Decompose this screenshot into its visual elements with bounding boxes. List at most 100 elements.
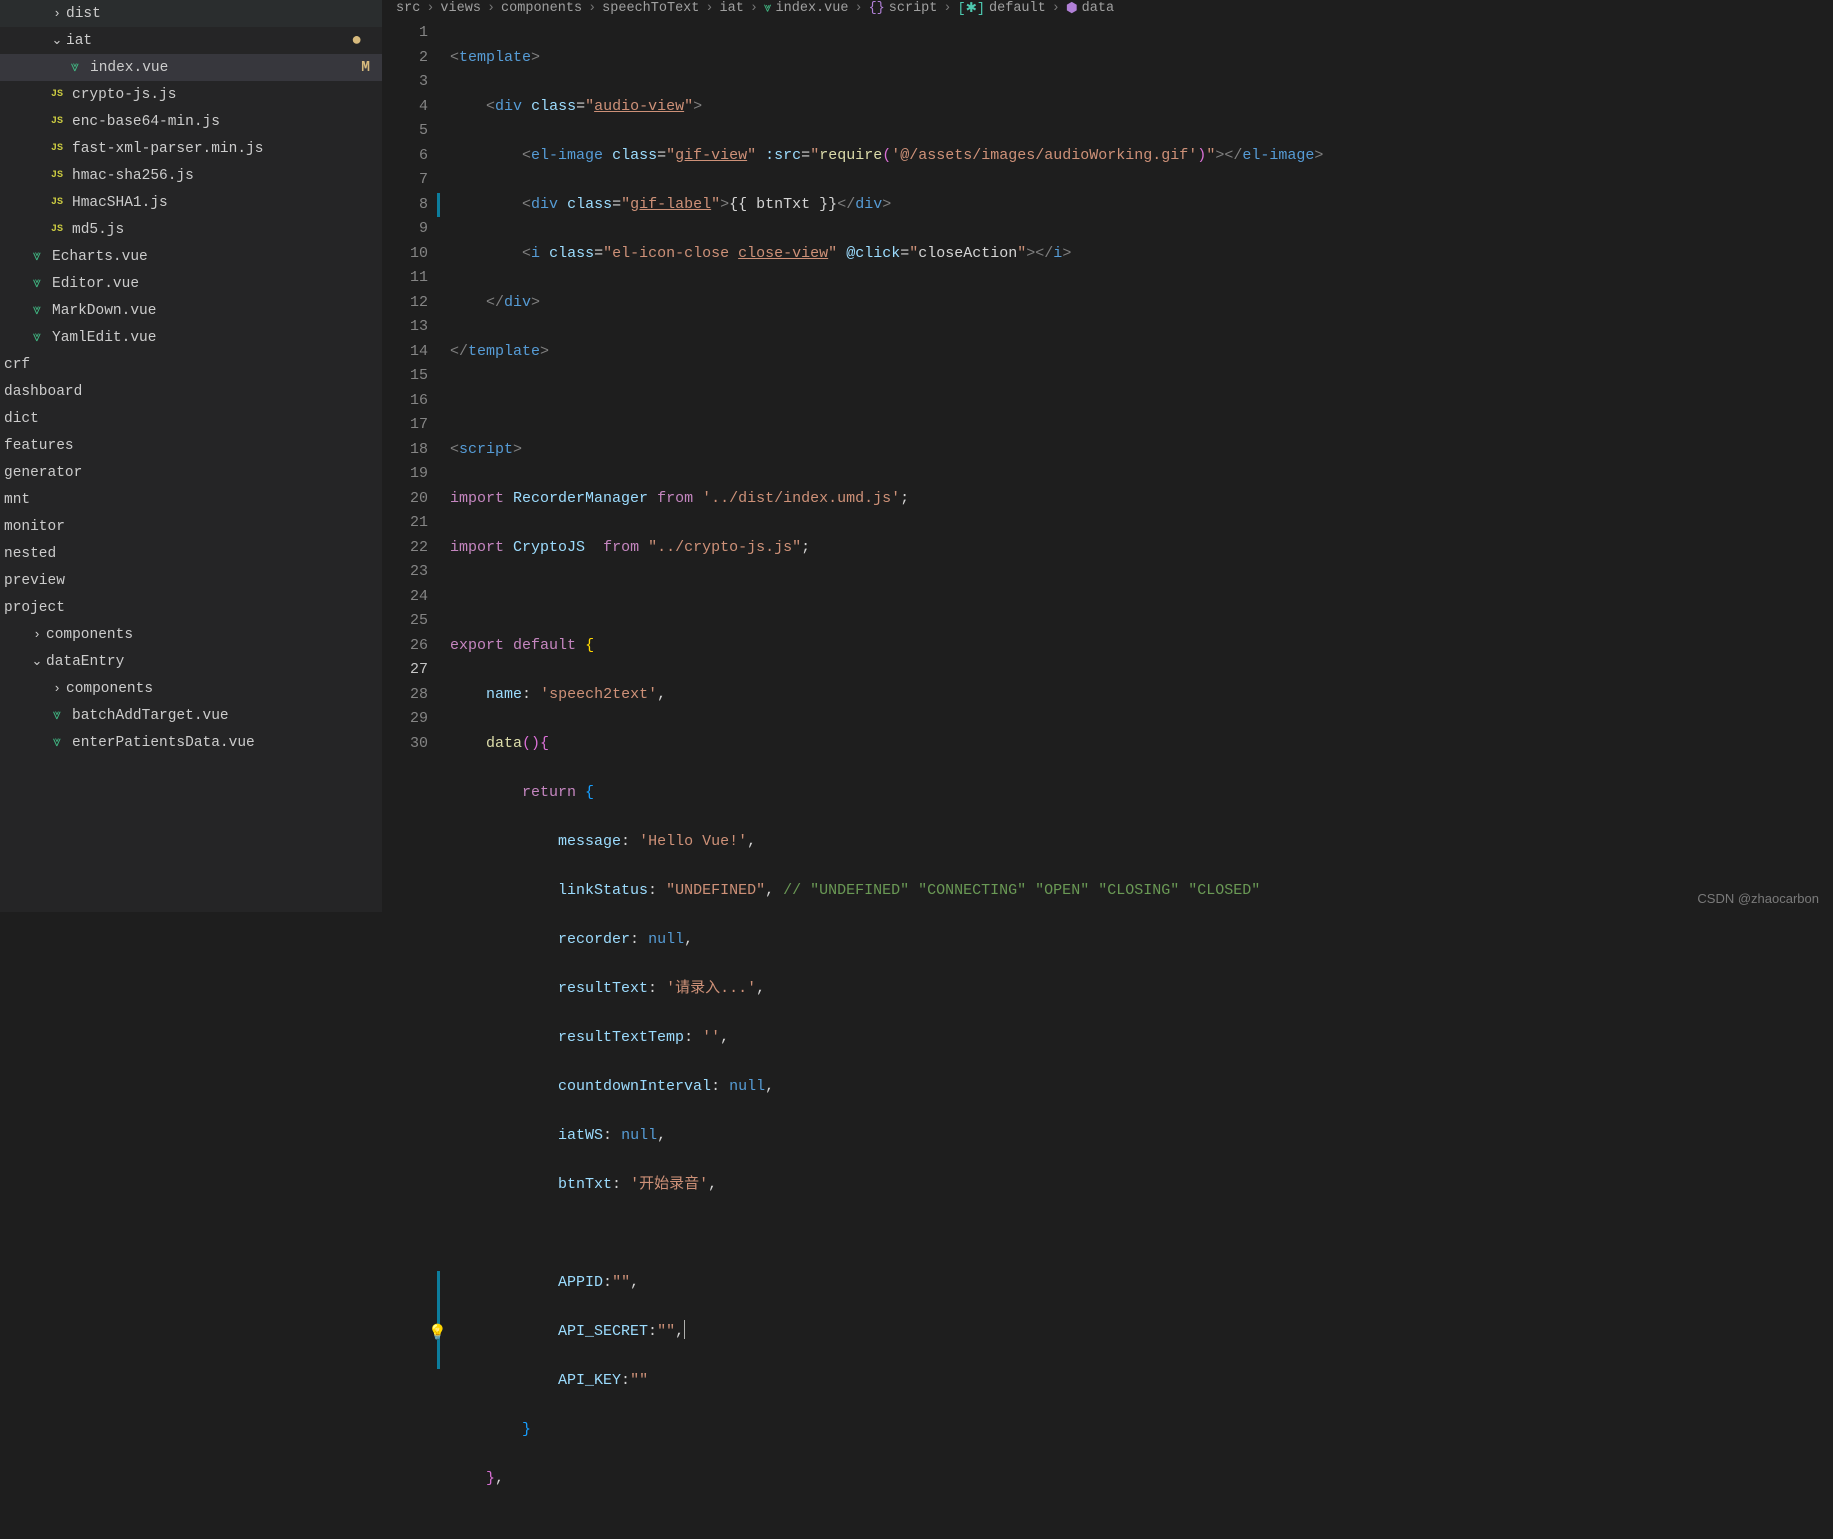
- breadcrumb-data[interactable]: ⬢ data: [1066, 0, 1114, 17]
- js-file-icon: JS: [48, 140, 66, 158]
- text-cursor: [684, 1320, 685, 1339]
- line-number[interactable]: 17: [382, 413, 428, 438]
- lightbulb-icon[interactable]: 💡: [428, 1322, 447, 1347]
- line-number[interactable]: 26: [382, 634, 428, 659]
- line-number[interactable]: 8: [382, 193, 428, 218]
- tree-item-dist[interactable]: ›dist: [0, 0, 382, 27]
- tree-item-label: monitor: [4, 519, 65, 535]
- line-number[interactable]: 2: [382, 46, 428, 71]
- line-number[interactable]: 13: [382, 315, 428, 340]
- tree-item-label: Echarts.vue: [52, 249, 148, 265]
- line-number[interactable]: 25: [382, 609, 428, 634]
- vue-file-icon: ⩔: [48, 707, 66, 725]
- tree-item-monitor[interactable]: monitor: [0, 513, 382, 540]
- tree-item-batchaddtarget-vue[interactable]: ⩔batchAddTarget.vue: [0, 702, 382, 729]
- chevron-down-icon: ⌄: [48, 33, 66, 48]
- line-number[interactable]: 22: [382, 536, 428, 561]
- tree-item-enterpatientsdata-vue[interactable]: ⩔enterPatientsData.vue: [0, 729, 382, 756]
- tree-item-markdown-vue[interactable]: ⩔MarkDown.vue: [0, 297, 382, 324]
- tree-item-dict[interactable]: dict: [0, 405, 382, 432]
- tree-item-label: Editor.vue: [52, 276, 139, 292]
- line-number[interactable]: 10: [382, 242, 428, 267]
- chevron-right-icon: ›: [750, 1, 758, 16]
- vue-icon: ⩔: [764, 1, 772, 17]
- tree-item-components[interactable]: ›components: [0, 621, 382, 648]
- tree-item-index-vue[interactable]: ⩔index.vueM: [0, 54, 382, 81]
- breadcrumb-views[interactable]: views: [440, 1, 481, 16]
- line-number[interactable]: 24: [382, 585, 428, 610]
- tree-item-preview[interactable]: preview: [0, 567, 382, 594]
- tree-item-iat[interactable]: ⌄iat●: [0, 27, 382, 54]
- breadcrumb-script[interactable]: {} script: [869, 1, 938, 16]
- vue-file-icon: ⩔: [28, 329, 46, 347]
- tree-item-components[interactable]: ›components: [0, 675, 382, 702]
- tree-item-label: dataEntry: [46, 654, 124, 670]
- line-number[interactable]: 3: [382, 70, 428, 95]
- line-number[interactable]: 20: [382, 487, 428, 512]
- tree-item-features[interactable]: features: [0, 432, 382, 459]
- line-number[interactable]: 18: [382, 438, 428, 463]
- code-content[interactable]: <template> <div class="audio-view"> <el-…: [450, 17, 1833, 1539]
- chevron-right-icon: ›: [487, 1, 495, 16]
- line-number[interactable]: 15: [382, 364, 428, 389]
- breadcrumb[interactable]: src › views › components › speechToText …: [382, 0, 1833, 17]
- tree-item-generator[interactable]: generator: [0, 459, 382, 486]
- file-explorer-sidebar[interactable]: ›dist⌄iat●⩔index.vueMJScrypto-js.jsJSenc…: [0, 0, 382, 912]
- tree-item-echarts-vue[interactable]: ⩔Echarts.vue: [0, 243, 382, 270]
- breadcrumb-components[interactable]: components: [501, 1, 582, 16]
- line-number[interactable]: 9: [382, 217, 428, 242]
- line-number[interactable]: 5: [382, 119, 428, 144]
- line-number[interactable]: 11: [382, 266, 428, 291]
- line-number[interactable]: 21: [382, 511, 428, 536]
- vue-file-icon: ⩔: [48, 734, 66, 752]
- line-number[interactable]: 14: [382, 340, 428, 365]
- line-number[interactable]: 27: [382, 658, 428, 683]
- chevron-right-icon: ›: [588, 1, 596, 16]
- tree-item-enc-base64-min-js[interactable]: JSenc-base64-min.js: [0, 108, 382, 135]
- chevron-right-icon: ›: [48, 681, 66, 696]
- tree-item-dashboard[interactable]: dashboard: [0, 378, 382, 405]
- line-number[interactable]: 7: [382, 168, 428, 193]
- tree-item-label: fast-xml-parser.min.js: [72, 141, 263, 157]
- tree-item-label: components: [46, 627, 133, 643]
- tree-item-hmac-sha256-js[interactable]: JShmac-sha256.js: [0, 162, 382, 189]
- line-number[interactable]: 1: [382, 21, 428, 46]
- chevron-right-icon: ›: [1052, 1, 1060, 16]
- line-number[interactable]: 6: [382, 144, 428, 169]
- breadcrumb-default[interactable]: [✱] default: [958, 0, 1046, 17]
- line-number[interactable]: 16: [382, 389, 428, 414]
- line-number[interactable]: 28: [382, 683, 428, 708]
- tree-item-label: nested: [4, 546, 56, 562]
- tree-item-hmacsha1-js[interactable]: JSHmacSHA1.js: [0, 189, 382, 216]
- line-number[interactable]: 4: [382, 95, 428, 120]
- line-number[interactable]: 30: [382, 732, 428, 757]
- line-number[interactable]: 23: [382, 560, 428, 585]
- tree-item-label: md5.js: [72, 222, 124, 238]
- tree-item-md5-js[interactable]: JSmd5.js: [0, 216, 382, 243]
- breadcrumb-iat[interactable]: iat: [720, 1, 744, 16]
- tree-item-crf[interactable]: crf: [0, 351, 382, 378]
- tree-item-label: index.vue: [90, 60, 168, 76]
- tree-item-project[interactable]: project: [0, 594, 382, 621]
- tree-item-nested[interactable]: nested: [0, 540, 382, 567]
- tree-item-crypto-js-js[interactable]: JScrypto-js.js: [0, 81, 382, 108]
- line-number[interactable]: 29: [382, 707, 428, 732]
- tree-item-editor-vue[interactable]: ⩔Editor.vue: [0, 270, 382, 297]
- line-number[interactable]: 12: [382, 291, 428, 316]
- tree-item-yamledit-vue[interactable]: ⩔YamlEdit.vue: [0, 324, 382, 351]
- breadcrumb-speechtotext[interactable]: speechToText: [602, 1, 699, 16]
- tree-item-dataentry[interactable]: ⌄dataEntry: [0, 648, 382, 675]
- tree-item-fast-xml-parser-min-js[interactable]: JS fast-xml-parser.min.js: [0, 135, 382, 162]
- breadcrumb-src[interactable]: src: [396, 1, 420, 16]
- tree-item-label: dashboard: [4, 384, 82, 400]
- tree-item-label: dict: [4, 411, 39, 427]
- breadcrumb-indexvue[interactable]: ⩔ index.vue: [764, 1, 849, 17]
- line-number[interactable]: 19: [382, 462, 428, 487]
- editor-body[interactable]: 1234567891011121314151617181920212223242…: [382, 17, 1833, 1539]
- minimap[interactable]: [1811, 28, 1833, 912]
- js-file-icon: JS: [48, 194, 66, 212]
- tree-item-label: generator: [4, 465, 82, 481]
- vue-file-icon: ⩔: [28, 302, 46, 320]
- module-icon: [✱]: [958, 0, 986, 17]
- tree-item-mnt[interactable]: mnt: [0, 486, 382, 513]
